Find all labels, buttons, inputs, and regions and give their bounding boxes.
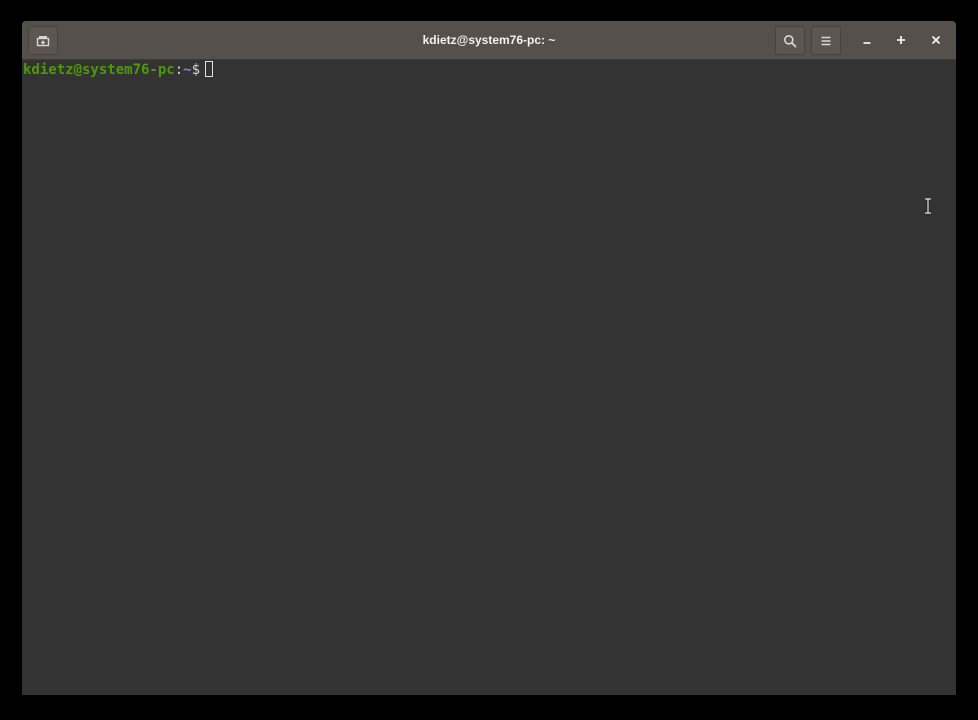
terminal-window: kdietz@system76-pc: ~ kdietz@system76-pc…: [22, 21, 956, 695]
minimize-icon: [862, 32, 872, 50]
maximize-icon: [896, 32, 906, 50]
minimize-button[interactable]: [856, 30, 878, 52]
prompt-user-host: kdietz@system76-pc: [23, 62, 175, 78]
close-icon: [931, 32, 941, 50]
text-cursor-ibeam-icon: [924, 197, 932, 219]
hamburger-menu-icon: [820, 35, 832, 47]
menu-button[interactable]: [811, 26, 841, 55]
text-cursor-block: [205, 61, 214, 77]
close-button[interactable]: [925, 30, 947, 52]
prompt-path: ~: [183, 62, 192, 78]
prompt-line: kdietz@system76-pc:~$: [23, 61, 214, 79]
new-tab-button[interactable]: [28, 26, 58, 55]
prompt-separator: :: [174, 62, 184, 78]
terminal-area[interactable]: kdietz@system76-pc:~$: [22, 60, 956, 695]
prompt-symbol: $: [191, 62, 201, 78]
maximize-button[interactable]: [890, 30, 912, 52]
search-icon: [783, 34, 797, 48]
header-bar: kdietz@system76-pc: ~: [22, 21, 956, 60]
search-button[interactable]: [775, 26, 805, 55]
new-tab-icon: [36, 35, 50, 47]
